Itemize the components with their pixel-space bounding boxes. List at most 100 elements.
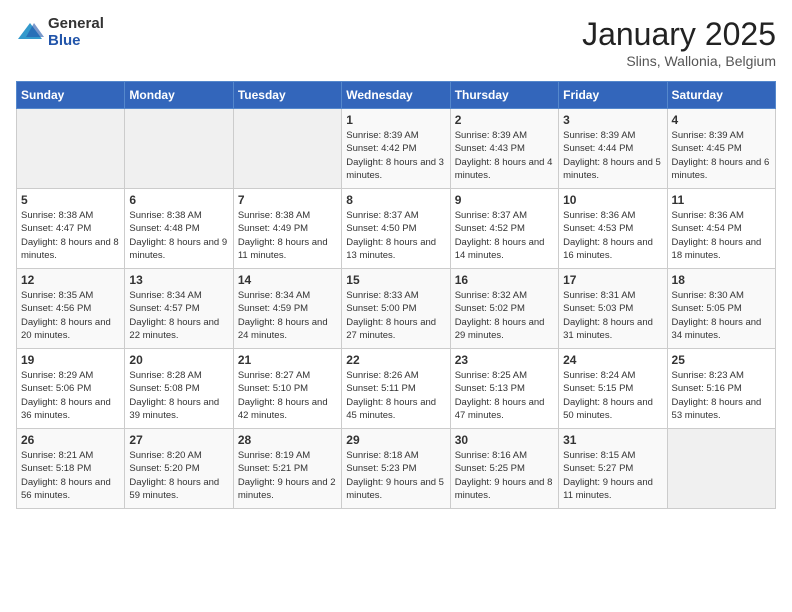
day-number: 14 xyxy=(238,273,337,287)
day-info: Sunrise: 8:30 AMSunset: 5:05 PMDaylight:… xyxy=(672,289,771,342)
day-info: Sunrise: 8:34 AMSunset: 4:57 PMDaylight:… xyxy=(129,289,228,342)
calendar-cell: 8 Sunrise: 8:37 AMSunset: 4:50 PMDaylight… xyxy=(342,189,450,269)
day-info: Sunrise: 8:16 AMSunset: 5:25 PMDaylight:… xyxy=(455,449,554,502)
day-info: Sunrise: 8:28 AMSunset: 5:08 PMDaylight:… xyxy=(129,369,228,422)
day-info: Sunrise: 8:18 AMSunset: 5:23 PMDaylight:… xyxy=(346,449,445,502)
day-info: Sunrise: 8:19 AMSunset: 5:21 PMDaylight:… xyxy=(238,449,337,502)
week-row-1: 1Sunrise: 8:39 AMSunset: 4:42 PMDaylight… xyxy=(17,109,776,189)
day-info: Sunrise: 8:23 AMSunset: 5:16 PMDaylight:… xyxy=(672,369,771,422)
weekday-header-thursday: Thursday xyxy=(450,82,558,109)
day-info: Sunrise: 8:37 AMSunset: 4:50 PMDaylight:… xyxy=(346,209,445,262)
weekday-header-monday: Monday xyxy=(125,82,233,109)
title-area: January 2025 Slins, Wallonia, Belgium xyxy=(582,16,776,69)
weekday-header-tuesday: Tuesday xyxy=(233,82,341,109)
day-number: 3 xyxy=(563,113,662,127)
header: General Blue January 2025 Slins, Walloni… xyxy=(16,16,776,69)
day-number: 10 xyxy=(563,193,662,207)
calendar-cell: 21 Sunrise: 8:27 AMSunset: 5:10 PMDayligh… xyxy=(233,349,341,429)
day-number: 12 xyxy=(21,273,120,287)
day-number: 22 xyxy=(346,353,445,367)
calendar-cell: 27 Sunrise: 8:20 AMSunset: 5:20 PMDayligh… xyxy=(125,429,233,509)
calendar-cell: 2Sunrise: 8:39 AMSunset: 4:43 PMDaylight… xyxy=(450,109,558,189)
calendar-cell xyxy=(125,109,233,189)
calendar-table: SundayMondayTuesdayWednesdayThursdayFrid… xyxy=(16,81,776,509)
calendar-cell: 19Sunrise: 8:29 AMSunset: 5:06 PMDayligh… xyxy=(17,349,125,429)
weekday-header-wednesday: Wednesday xyxy=(342,82,450,109)
day-number: 25 xyxy=(672,353,771,367)
day-info: Sunrise: 8:32 AMSunset: 5:02 PMDaylight:… xyxy=(455,289,554,342)
calendar-cell: 10 Sunrise: 8:36 AMSunset: 4:53 PMDayligh… xyxy=(559,189,667,269)
day-info: Sunrise: 8:36 AMSunset: 4:53 PMDaylight:… xyxy=(563,209,662,262)
day-info: Sunrise: 8:39 AMSunset: 4:42 PMDaylight:… xyxy=(346,129,445,182)
calendar-cell: 11 Sunrise: 8:36 AMSunset: 4:54 PMDayligh… xyxy=(667,189,775,269)
day-info: Sunrise: 8:37 AMSunset: 4:52 PMDaylight:… xyxy=(455,209,554,262)
calendar-cell: 20Sunrise: 8:28 AMSunset: 5:08 PMDayligh… xyxy=(125,349,233,429)
day-number: 6 xyxy=(129,193,228,207)
calendar-cell: 13 Sunrise: 8:34 AMSunset: 4:57 PMDayligh… xyxy=(125,269,233,349)
calendar-cell: 7 Sunrise: 8:38 AMSunset: 4:49 PMDaylight… xyxy=(233,189,341,269)
month-title: January 2025 xyxy=(582,16,776,53)
calendar-cell: 24Sunrise: 8:24 AMSunset: 5:15 PMDayligh… xyxy=(559,349,667,429)
day-number: 29 xyxy=(346,433,445,447)
logo-blue-text: Blue xyxy=(48,33,104,50)
weekday-header-saturday: Saturday xyxy=(667,82,775,109)
day-info: Sunrise: 8:15 AMSunset: 5:27 PMDaylight:… xyxy=(563,449,662,502)
calendar-cell xyxy=(17,109,125,189)
calendar-cell xyxy=(233,109,341,189)
day-info: Sunrise: 8:38 AMSunset: 4:49 PMDaylight:… xyxy=(238,209,337,262)
day-number: 27 xyxy=(129,433,228,447)
day-info: Sunrise: 8:34 AMSunset: 4:59 PMDaylight:… xyxy=(238,289,337,342)
calendar-cell: 29 Sunrise: 8:18 AMSunset: 5:23 PMDayligh… xyxy=(342,429,450,509)
calendar-cell: 4 Sunrise: 8:39 AMSunset: 4:45 PMDaylight… xyxy=(667,109,775,189)
day-info: Sunrise: 8:27 AMSunset: 5:10 PMDaylight:… xyxy=(238,369,337,422)
calendar-cell: 23Sunrise: 8:25 AMSunset: 5:13 PMDayligh… xyxy=(450,349,558,429)
day-number: 13 xyxy=(129,273,228,287)
calendar-cell: 26Sunrise: 8:21 AMSunset: 5:18 PMDayligh… xyxy=(17,429,125,509)
week-row-3: 12 Sunrise: 8:35 AMSunset: 4:56 PMDayligh… xyxy=(17,269,776,349)
day-number: 8 xyxy=(346,193,445,207)
calendar-cell: 12 Sunrise: 8:35 AMSunset: 4:56 PMDayligh… xyxy=(17,269,125,349)
calendar-cell: 16 Sunrise: 8:32 AMSunset: 5:02 PMDayligh… xyxy=(450,269,558,349)
day-info: Sunrise: 8:36 AMSunset: 4:54 PMDaylight:… xyxy=(672,209,771,262)
calendar-cell: 15Sunrise: 8:33 AMSunset: 5:00 PMDayligh… xyxy=(342,269,450,349)
day-info: Sunrise: 8:20 AMSunset: 5:20 PMDaylight:… xyxy=(129,449,228,502)
day-number: 2 xyxy=(455,113,554,127)
logo: General Blue xyxy=(16,16,104,49)
day-info: Sunrise: 8:35 AMSunset: 4:56 PMDaylight:… xyxy=(21,289,120,342)
day-number: 7 xyxy=(238,193,337,207)
day-number: 31 xyxy=(563,433,662,447)
week-row-2: 5 Sunrise: 8:38 AMSunset: 4:47 PMDaylight… xyxy=(17,189,776,269)
location-title: Slins, Wallonia, Belgium xyxy=(582,53,776,69)
calendar-cell: 28Sunrise: 8:19 AMSunset: 5:21 PMDayligh… xyxy=(233,429,341,509)
weekday-header-friday: Friday xyxy=(559,82,667,109)
day-number: 9 xyxy=(455,193,554,207)
day-info: Sunrise: 8:38 AMSunset: 4:48 PMDaylight:… xyxy=(129,209,228,262)
day-number: 5 xyxy=(21,193,120,207)
day-info: Sunrise: 8:39 AMSunset: 4:44 PMDaylight:… xyxy=(563,129,662,182)
day-number: 4 xyxy=(672,113,771,127)
day-number: 17 xyxy=(563,273,662,287)
day-number: 15 xyxy=(346,273,445,287)
calendar-cell: 31 Sunrise: 8:15 AMSunset: 5:27 PMDayligh… xyxy=(559,429,667,509)
day-number: 11 xyxy=(672,193,771,207)
logo-icon xyxy=(16,19,44,47)
calendar-cell: 30Sunrise: 8:16 AMSunset: 5:25 PMDayligh… xyxy=(450,429,558,509)
weekday-header-row: SundayMondayTuesdayWednesdayThursdayFrid… xyxy=(17,82,776,109)
day-info: Sunrise: 8:25 AMSunset: 5:13 PMDaylight:… xyxy=(455,369,554,422)
day-info: Sunrise: 8:26 AMSunset: 5:11 PMDaylight:… xyxy=(346,369,445,422)
calendar-cell: 5 Sunrise: 8:38 AMSunset: 4:47 PMDaylight… xyxy=(17,189,125,269)
logo-general-text: General xyxy=(48,16,104,33)
day-number: 24 xyxy=(563,353,662,367)
calendar-cell: 25 Sunrise: 8:23 AMSunset: 5:16 PMDayligh… xyxy=(667,349,775,429)
day-info: Sunrise: 8:31 AMSunset: 5:03 PMDaylight:… xyxy=(563,289,662,342)
day-number: 18 xyxy=(672,273,771,287)
day-number: 16 xyxy=(455,273,554,287)
calendar-cell: 22 Sunrise: 8:26 AMSunset: 5:11 PMDayligh… xyxy=(342,349,450,429)
day-info: Sunrise: 8:38 AMSunset: 4:47 PMDaylight:… xyxy=(21,209,120,262)
week-row-5: 26Sunrise: 8:21 AMSunset: 5:18 PMDayligh… xyxy=(17,429,776,509)
day-info: Sunrise: 8:39 AMSunset: 4:45 PMDaylight:… xyxy=(672,129,771,182)
logo-text: General Blue xyxy=(48,16,104,49)
calendar-cell: 6 Sunrise: 8:38 AMSunset: 4:48 PMDaylight… xyxy=(125,189,233,269)
day-number: 19 xyxy=(21,353,120,367)
day-number: 21 xyxy=(238,353,337,367)
